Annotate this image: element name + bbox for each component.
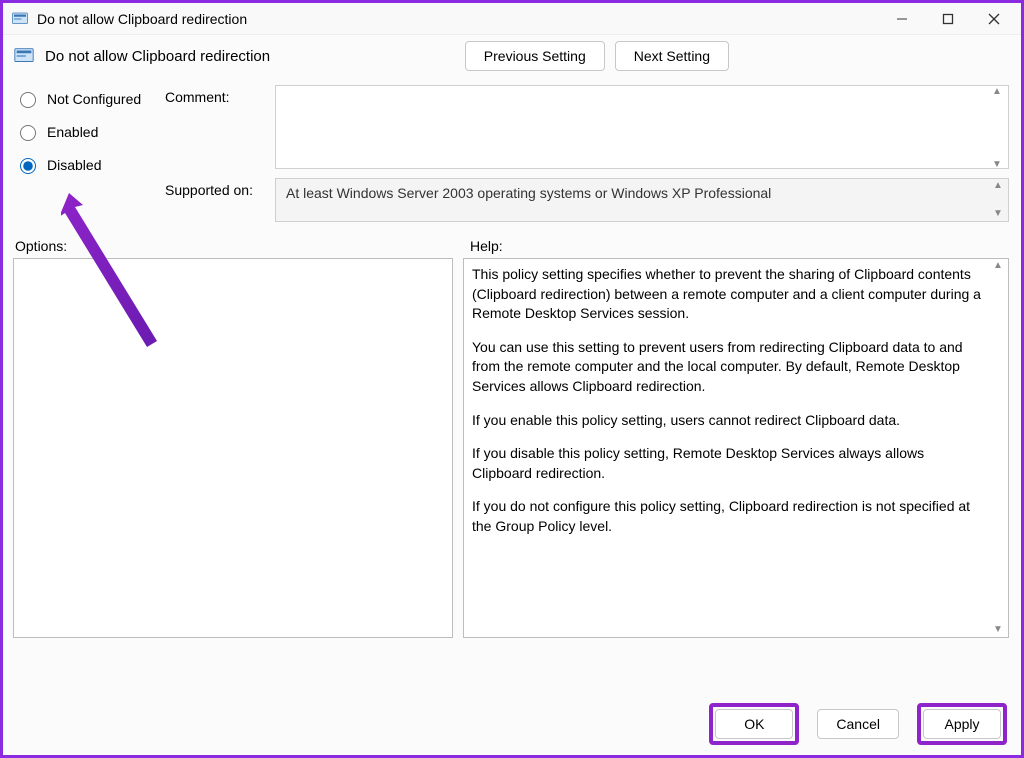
lower-labels: Options: Help:: [3, 222, 1021, 258]
help-p3: If you enable this policy setting, users…: [472, 411, 986, 431]
comment-input[interactable]: [275, 85, 1009, 169]
policy-header: Do not allow Clipboard redirection Previ…: [3, 35, 1021, 77]
scroll-down-icon: ▼: [989, 160, 1005, 170]
radio-enabled[interactable]: Enabled: [15, 122, 165, 141]
radio-enabled-label: Enabled: [47, 124, 98, 140]
supported-on-text: At least Windows Server 2003 operating s…: [286, 185, 771, 201]
scroll-up-icon: ▲: [990, 261, 1006, 271]
app-icon: [11, 10, 29, 28]
supported-on-box: At least Windows Server 2003 operating s…: [275, 178, 1009, 222]
lower-panels: This policy setting specifies whether to…: [3, 258, 1021, 755]
window-title: Do not allow Clipboard redirection: [37, 11, 247, 27]
radio-enabled-input[interactable]: [20, 125, 36, 141]
options-box: [13, 258, 453, 638]
help-p5: If you do not configure this policy sett…: [472, 497, 986, 536]
nav-buttons: Previous Setting Next Setting: [465, 41, 729, 71]
apply-button[interactable]: Apply: [923, 709, 1001, 739]
close-button[interactable]: [971, 4, 1017, 34]
minimize-button[interactable]: [879, 4, 925, 34]
help-scroll[interactable]: ▲▼: [990, 261, 1006, 635]
policy-title: Do not allow Clipboard redirection: [45, 48, 270, 65]
radio-not-configured[interactable]: Not Configured: [15, 89, 165, 108]
radio-disabled-label: Disabled: [47, 157, 101, 173]
maximize-icon: [942, 13, 954, 25]
radio-disabled[interactable]: Disabled: [15, 155, 165, 174]
supported-scroll[interactable]: ▲▼: [990, 181, 1006, 219]
ok-button[interactable]: OK: [715, 709, 793, 739]
radio-disabled-input[interactable]: [20, 158, 36, 174]
help-p1: This policy setting specifies whether to…: [472, 265, 986, 324]
previous-setting-button[interactable]: Previous Setting: [465, 41, 605, 71]
state-radios: Not Configured Enabled Disabled: [15, 85, 165, 222]
maximize-button[interactable]: [925, 4, 971, 34]
comment-label: Comment:: [165, 85, 275, 172]
minimize-icon: [896, 13, 908, 25]
titlebar: Do not allow Clipboard redirection: [3, 3, 1021, 35]
ok-highlight: OK: [709, 703, 799, 745]
scroll-up-icon: ▲: [989, 87, 1005, 97]
cancel-button[interactable]: Cancel: [817, 709, 899, 739]
policy-icon: [13, 45, 35, 67]
comment-scroll[interactable]: ▲▼: [989, 87, 1005, 170]
scroll-up-icon: ▲: [990, 181, 1006, 191]
supported-on-label: Supported on:: [165, 172, 275, 222]
settings-grid: Not Configured Enabled Disabled Comment:…: [3, 77, 1021, 222]
help-p2: You can use this setting to prevent user…: [472, 338, 986, 397]
help-label: Help:: [470, 238, 503, 254]
apply-highlight: Apply: [917, 703, 1007, 745]
next-setting-button[interactable]: Next Setting: [615, 41, 729, 71]
policy-window: Do not allow Clipboard redirection Do no…: [0, 0, 1024, 758]
help-p4: If you disable this policy setting, Remo…: [472, 444, 986, 483]
radio-not-configured-input[interactable]: [20, 92, 36, 108]
options-label: Options:: [15, 238, 470, 254]
help-box: This policy setting specifies whether to…: [463, 258, 1009, 638]
close-icon: [988, 13, 1000, 25]
radio-not-configured-label: Not Configured: [47, 91, 141, 107]
footer-buttons: OK Cancel Apply: [709, 703, 1007, 745]
scroll-down-icon: ▼: [990, 625, 1006, 635]
scroll-down-icon: ▼: [990, 209, 1006, 219]
